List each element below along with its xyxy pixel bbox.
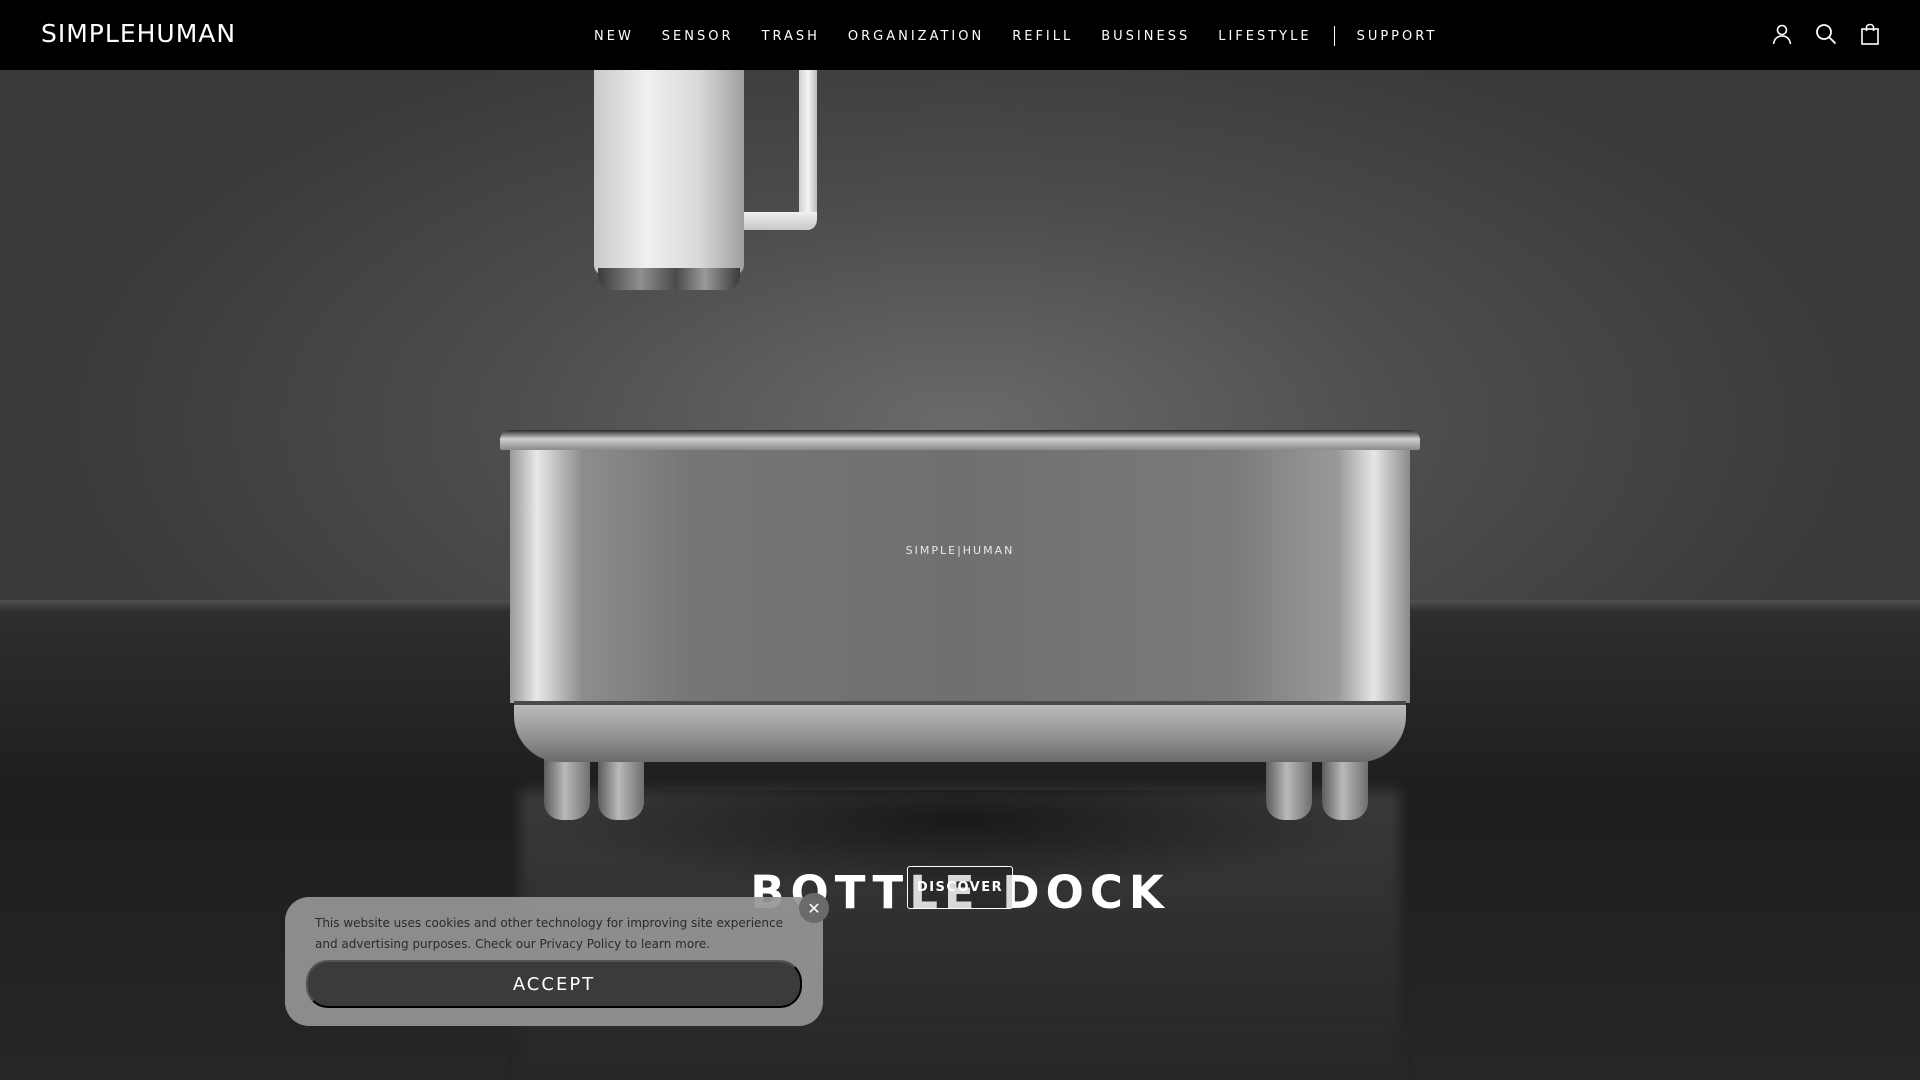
accept-cookies-button[interactable]: ACCEPT [306,960,802,1008]
close-icon[interactable]: ✕ [799,893,829,923]
nav-item-lifestyle[interactable]: LIFESTYLE [1218,29,1311,44]
dock-body [510,448,1410,703]
nav-item-organization[interactable]: ORGANIZATION [848,29,984,44]
nav-item-new[interactable]: NEW [594,29,634,44]
discover-button[interactable]: DISCOVER [907,866,1013,909]
hero-dock-image: SIMPLE|HUMAN [500,430,1420,890]
nav-item-trash[interactable]: TRASH [762,29,820,44]
shopping-bag-icon[interactable] [1858,22,1882,46]
nav-item-sensor[interactable]: SENSOR [662,29,734,44]
account-icon[interactable] [1770,22,1794,46]
nav-item-business[interactable]: BUSINESS [1101,29,1190,44]
bottle-handle [799,70,817,230]
nav-item-support[interactable]: SUPPORT [1357,29,1438,44]
cookie-text: This website uses cookies and other tech… [315,916,784,951]
bottle-body [594,70,744,275]
dock-tray [514,704,1406,762]
site-header: SIMPLEHUMAN NEW SENSOR TRASH ORGANIZATIO… [0,0,1920,70]
hero-bottle-image [594,70,824,300]
dock-seam [514,701,1406,705]
dock-rim [500,430,1420,450]
search-icon[interactable] [1814,22,1838,46]
cookie-banner: This website uses cookies and other tech… [285,893,829,1026]
bottle-base [598,268,740,290]
site-logo[interactable]: SIMPLEHUMAN [41,19,236,48]
main-nav: NEW SENSOR TRASH ORGANIZATION REFILL BUS… [594,26,1465,46]
nav-divider [1333,26,1335,46]
header-icons [1770,22,1882,46]
bottle-handle-curve [744,212,817,230]
nav-item-refill[interactable]: REFILL [1012,29,1073,44]
dock-brand-mark: SIMPLE|HUMAN [905,544,1015,557]
